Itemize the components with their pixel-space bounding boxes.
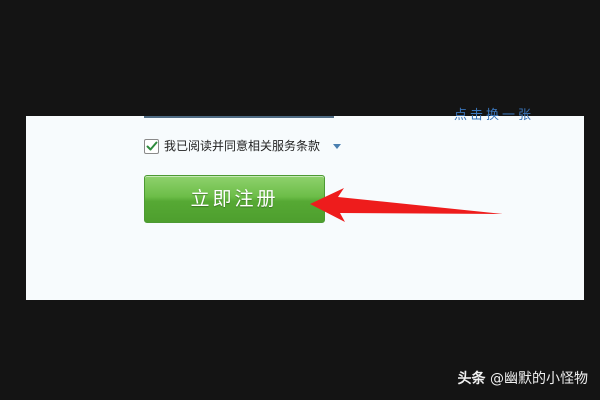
terms-label: 我已阅读并同意相关服务条款 (164, 139, 321, 153)
agree-checkbox[interactable] (144, 138, 159, 154)
watermark: 头条 @幽默的小怪物 (458, 370, 588, 388)
terms-agreement-row: 我已阅读并同意相关服务条款 (144, 137, 342, 155)
watermark-brand: 头条 (457, 371, 486, 387)
screenshot-stage: 点击换一张 我已阅读并同意相关服务条款 立即注册 头条 @幽默的小怪物 (0, 0, 600, 400)
watermark-author: @幽默的小怪物 (490, 371, 588, 387)
captcha-input-border (144, 116, 334, 118)
refresh-captcha-link[interactable]: 点击换一张 (454, 108, 534, 124)
registration-panel: 点击换一张 我已阅读并同意相关服务条款 立即注册 (26, 108, 584, 300)
register-button-label: 立即注册 (190, 188, 279, 210)
checkmark-icon (146, 141, 157, 151)
terms-dropdown-icon[interactable] (333, 143, 342, 149)
register-button[interactable]: 立即注册 (144, 175, 325, 223)
